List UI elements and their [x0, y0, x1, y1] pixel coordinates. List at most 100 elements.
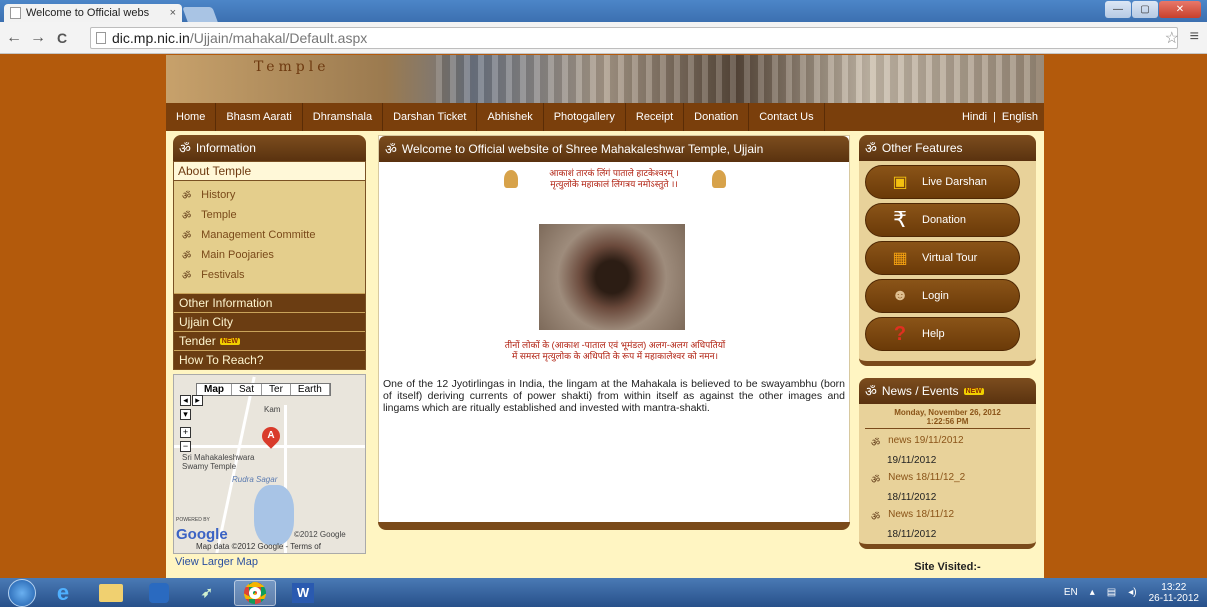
main-nav: Home Bhasm Aarati Dhramshala Darshan Tic… [166, 103, 1044, 131]
om-icon: ॐ [871, 438, 881, 449]
om-icon: ॐ [182, 251, 192, 262]
show-hidden-icons-icon[interactable]: ▴ [1090, 587, 1095, 598]
question-icon: ? [893, 322, 907, 345]
minimize-button[interactable]: — [1105, 1, 1131, 18]
lang-english-link[interactable]: English [1002, 111, 1038, 123]
volume-icon[interactable]: ◂) [1128, 587, 1136, 598]
hindi-tribute: तीनों लोकों के (आकाश -पाताल एवं भूमंडल) … [379, 340, 851, 362]
pan-right-icon[interactable]: ▸ [192, 395, 203, 406]
submenu-label: Main Poojaries [201, 249, 274, 261]
bookmark-star-icon[interactable]: ☆ [1165, 28, 1179, 48]
map-data-terms[interactable]: Map data ©2012 Google - Terms of [196, 542, 321, 551]
menu-tender[interactable]: Tender NEW [174, 331, 365, 350]
start-button[interactable] [8, 578, 36, 607]
internet-explorer-icon[interactable]: e [42, 580, 84, 606]
network-icon[interactable]: ▤ [1107, 587, 1116, 598]
browser-menu-icon[interactable]: ≡ [1190, 28, 1199, 46]
hindi-line-1: तीनों लोकों के (आकाश -पाताल एवं भूमंडल) … [504, 340, 726, 350]
mantra-line-2: मृत्युलोके महाकालं लिंगत्रय नमोऽस्तुते ।… [550, 179, 678, 189]
menu-other-information[interactable]: Other Information [174, 293, 365, 312]
submenu-temple[interactable]: ॐ Temple [174, 205, 365, 225]
feature-label: Login [922, 290, 949, 302]
map-type-ter[interactable]: Ter [262, 384, 291, 395]
view-larger-map-link[interactable]: View Larger Map [173, 554, 366, 570]
lang-hindi-link[interactable]: Hindi [962, 111, 987, 123]
om-icon: ॐ [179, 142, 191, 157]
news-link[interactable]: ॐ News 18/11/12 [871, 509, 1030, 523]
nav-dhramshala[interactable]: Dhramshala [303, 103, 384, 131]
film-icon: ▦ [892, 250, 908, 267]
address-bar[interactable]: dic.mp.nic.in/Ujjain/mahakal/Default.asp… [90, 27, 1178, 49]
help-button[interactable]: ? Help [865, 317, 1020, 351]
nav-bhasm-aarati[interactable]: Bhasm Aarati [216, 103, 303, 131]
word-letter: W [292, 582, 314, 603]
nav-photogallery[interactable]: Photogallery [544, 103, 626, 131]
menu-how-to-reach[interactable]: How To Reach? [174, 350, 365, 369]
new-tab-button[interactable] [182, 7, 218, 22]
map-type-selector: Map Sat Ter Earth [196, 383, 331, 396]
file-explorer-icon[interactable] [90, 580, 132, 606]
news-link[interactable]: ॐ news 19/11/2012 [871, 435, 1030, 449]
google-logo[interactable]: Google [176, 526, 228, 543]
live-darshan-button[interactable]: ▣ Live Darshan [865, 165, 1020, 199]
news-item-date: 18/11/2012 [887, 492, 937, 503]
left-sidebar: ॐ Information About Temple ॐ History ॐ Tem… [173, 135, 366, 570]
virtual-tour-button[interactable]: ▦ Virtual Tour [865, 241, 1020, 275]
reload-icon[interactable]: C [52, 30, 72, 46]
news-title: News 18/11/12_2 [888, 472, 966, 483]
page-icon [96, 32, 106, 44]
forward-icon[interactable]: → [28, 29, 48, 47]
header-banner: Temple [166, 55, 1044, 103]
browser-tab[interactable]: Welcome to Official webs × [4, 4, 182, 22]
login-button[interactable]: ☻ Login [865, 279, 1020, 313]
map-pin-icon[interactable]: A [258, 423, 284, 449]
clock-date: 26-11-2012 [1148, 592, 1199, 604]
donation-button[interactable]: ₹ Donation [865, 203, 1020, 237]
tab-close-icon[interactable]: × [170, 7, 176, 19]
windows-taskbar: e ➶ W EN ▴ ▤ ◂) 13:22 26-11-2012 [0, 578, 1207, 607]
clock[interactable]: 13:22 26-11-2012 [1149, 582, 1199, 604]
submenu-management-committe[interactable]: ॐ Management Committe [174, 225, 365, 245]
om-icon: ॐ [182, 271, 192, 282]
tab-title: Welcome to Official webs [26, 7, 150, 19]
information-menu: About Temple ॐ History ॐ Temple ॐ Managemen… [173, 161, 366, 370]
media-player-icon[interactable] [138, 580, 180, 606]
submenu-label: Management Committe [201, 229, 316, 241]
news-link[interactable]: ॐ News 18/11/12_2 [871, 472, 1030, 486]
nav-abhishek[interactable]: Abhishek [477, 103, 544, 131]
google-map[interactable]: Map Sat Ter Earth ◂ ▸ ▾ + − A Kam Sri Ma… [173, 374, 366, 554]
map-type-sat[interactable]: Sat [232, 384, 263, 395]
hindi-line-2: में समस्त मृत्युलोक के अधिपति के रूप में… [511, 351, 719, 361]
maximize-button[interactable]: ▢ [1132, 1, 1158, 18]
system-tray: EN ▴ ▤ ◂) 13:22 26-11-2012 [1064, 578, 1199, 607]
word-icon[interactable]: W [282, 580, 324, 606]
map-type-map[interactable]: Map [197, 384, 232, 395]
mahakal-deity-image [539, 224, 685, 330]
nav-home[interactable]: Home [166, 103, 217, 131]
close-window-button[interactable]: ✕ [1159, 1, 1201, 18]
new-badge: NEW [963, 387, 984, 395]
pan-left-icon[interactable]: ◂ [180, 395, 191, 406]
welcome-title: Welcome to Official website of Shree Mah… [401, 142, 764, 156]
about-temple-title[interactable]: About Temple [174, 162, 365, 181]
map-lake [254, 485, 294, 545]
submenu-history[interactable]: ॐ History [174, 185, 365, 205]
nav-donation[interactable]: Donation [684, 103, 750, 131]
nav-receipt[interactable]: Receipt [626, 103, 685, 131]
banner-title: Temple [254, 59, 330, 75]
map-type-earth[interactable]: Earth [291, 384, 330, 395]
menu-ujjain-city[interactable]: Ujjain City [174, 312, 365, 331]
chrome-icon[interactable] [234, 579, 276, 606]
back-icon[interactable]: ← [4, 29, 24, 47]
submenu-festivals[interactable]: ॐ Festivals [174, 265, 365, 285]
language-indicator[interactable]: EN [1064, 587, 1078, 598]
om-icon: ॐ [865, 385, 877, 400]
clock-time: 13:22 [1161, 581, 1187, 593]
nav-contact-us[interactable]: Contact Us [749, 103, 825, 131]
submenu-main-poojaries[interactable]: ॐ Main Poojaries [174, 245, 365, 265]
nav-darshan-ticket[interactable]: Darshan Ticket [383, 103, 478, 131]
zoom-out-icon[interactable]: − [180, 441, 191, 452]
pan-down-icon[interactable]: ▾ [180, 409, 191, 420]
zoom-in-icon[interactable]: + [180, 427, 191, 438]
app-icon[interactable]: ➶ [186, 580, 228, 606]
